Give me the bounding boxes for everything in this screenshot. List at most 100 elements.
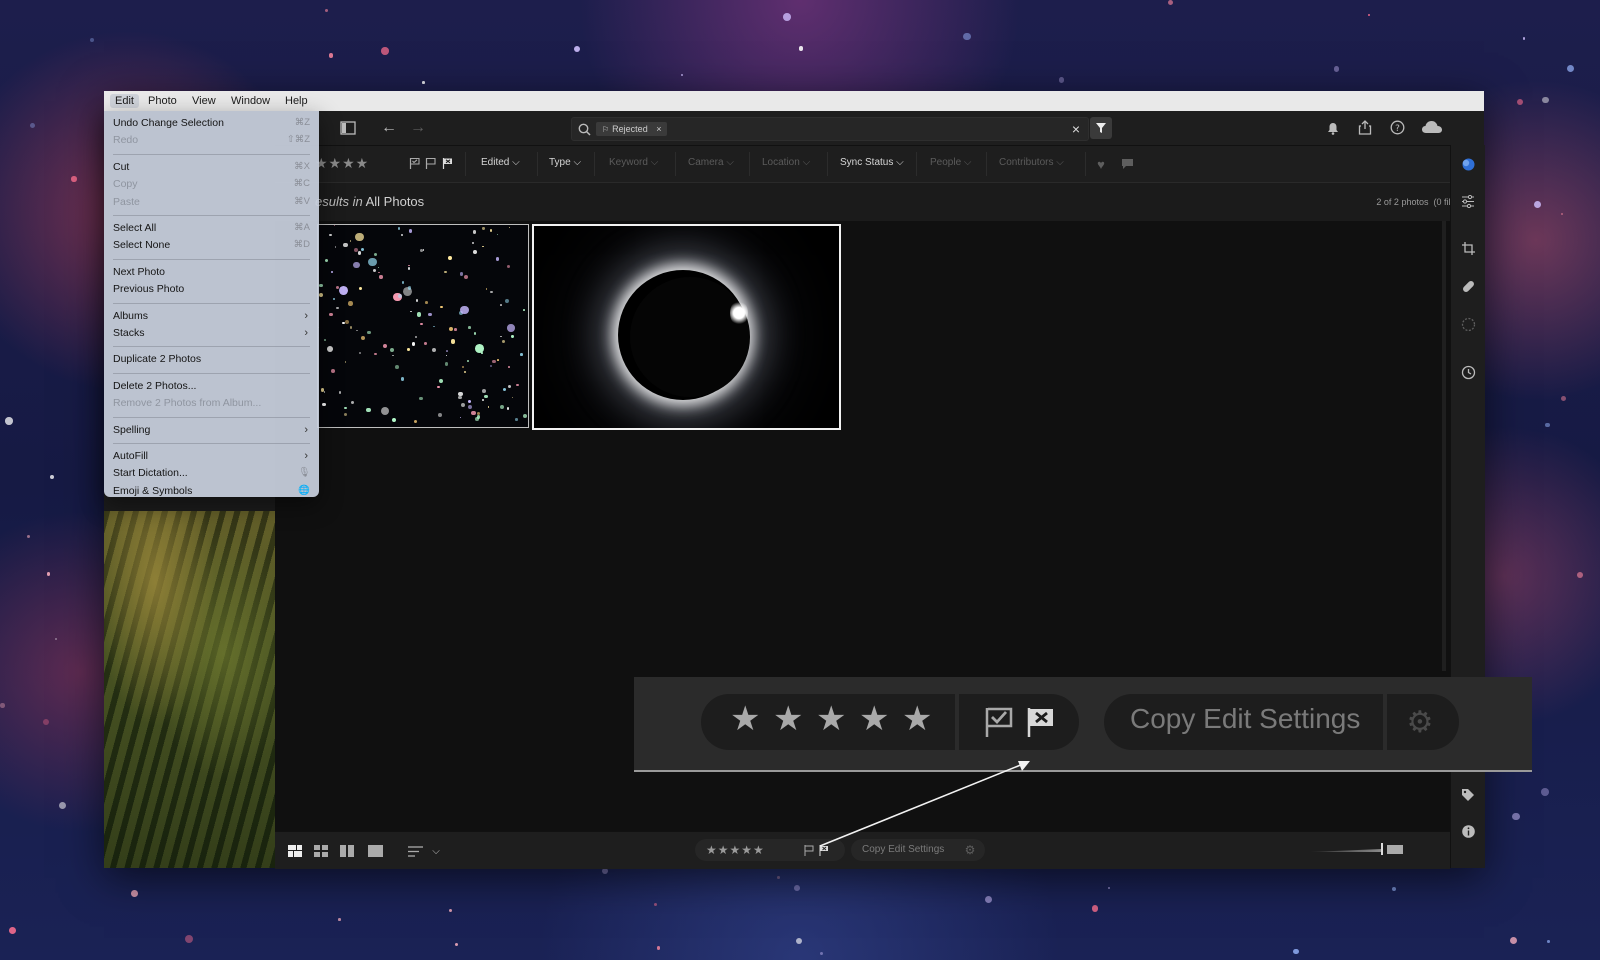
divider bbox=[749, 152, 750, 176]
history-icon[interactable] bbox=[1459, 363, 1477, 381]
thumbnail-size-slider-handle[interactable] bbox=[1381, 843, 1383, 855]
filter-location-dropdown[interactable]: Location ⌵ bbox=[762, 157, 810, 168]
bokeh-dot bbox=[401, 233, 404, 236]
detail-view-icon[interactable] bbox=[366, 843, 384, 859]
back-arrow-icon[interactable]: ← bbox=[379, 118, 399, 138]
search-chip-rejected[interactable]: ⚐ Rejected × bbox=[596, 122, 668, 136]
cloud-icon[interactable] bbox=[1420, 118, 1444, 136]
zoom-star-1[interactable]: ★ bbox=[730, 699, 760, 739]
zoom-copy-edit-settings-button[interactable]: Copy Edit Settings bbox=[1130, 703, 1360, 735]
search-chip-close-icon[interactable]: × bbox=[656, 124, 661, 134]
filter-icon[interactable] bbox=[1090, 117, 1112, 139]
menu-item-cut[interactable]: Cut ⌘X bbox=[113, 159, 310, 175]
menu-item-albums[interactable]: Albums › bbox=[113, 308, 310, 324]
flag-rejected-filter-icon[interactable] bbox=[440, 156, 454, 170]
zoom-star-3[interactable]: ★ bbox=[816, 699, 846, 739]
menu-item-undo-change-selection[interactable]: Undo Change Selection ⌘Z bbox=[113, 115, 310, 131]
large-thumbnail-icon[interactable] bbox=[1387, 845, 1403, 854]
background-bokeh-dot bbox=[795, 938, 802, 945]
menu-item-autofill[interactable]: AutoFill › bbox=[113, 448, 310, 464]
menu-view[interactable]: View bbox=[187, 94, 221, 108]
flag-unflagged-filter-icon[interactable] bbox=[423, 156, 437, 170]
menu-edit[interactable]: Edit bbox=[110, 94, 139, 108]
menu-item-previous-photo[interactable]: Previous Photo bbox=[113, 281, 310, 297]
panel-toggle-icon[interactable] bbox=[339, 119, 357, 137]
background-bokeh-dot bbox=[1516, 98, 1523, 106]
divider bbox=[986, 152, 987, 176]
bell-icon[interactable] bbox=[1325, 120, 1341, 136]
filter-edited-dropdown[interactable]: Edited ⌵ bbox=[481, 157, 520, 168]
healing-bandage-icon[interactable] bbox=[1459, 277, 1477, 295]
filter-keyword-dropdown[interactable]: Keyword ⌵ bbox=[609, 157, 658, 168]
tag-icon[interactable] bbox=[1459, 786, 1477, 804]
grid-view-square-icon[interactable] bbox=[287, 843, 303, 859]
comment-icon[interactable] bbox=[1119, 156, 1135, 172]
menu-item-delete-2-photos[interactable]: Delete 2 Photos... bbox=[113, 378, 310, 394]
flag-rejected-icon: ⚐ bbox=[602, 125, 610, 134]
menu-window[interactable]: Window bbox=[226, 94, 275, 108]
menu-item-start-dictation[interactable]: Start Dictation... 🎙 bbox=[113, 465, 310, 481]
share-icon[interactable] bbox=[1357, 119, 1373, 135]
background-bokeh-dot bbox=[1091, 905, 1098, 912]
filter-people-dropdown[interactable]: People ⌵ bbox=[930, 157, 972, 168]
zoom-star-2[interactable]: ★ bbox=[773, 699, 803, 739]
heart-icon[interactable]: ♥ bbox=[1093, 156, 1109, 172]
flag-picked-filter-icon[interactable] bbox=[407, 156, 421, 170]
menu-item-next-photo[interactable]: Next Photo bbox=[113, 264, 310, 280]
photo-thumbnail-bokeh[interactable] bbox=[317, 224, 529, 428]
menu-item-select-all[interactable]: Select All ⌘A bbox=[113, 220, 310, 236]
menu-item-label: Previous Photo bbox=[113, 283, 185, 296]
zoom-star-4[interactable]: ★ bbox=[859, 699, 889, 739]
gear-icon[interactable]: ⚙ bbox=[962, 842, 978, 858]
thumbnail-size-slider[interactable] bbox=[1310, 849, 1382, 852]
zoom-flag-reject-icon[interactable] bbox=[1025, 705, 1057, 739]
menu-item-shortcut: ⌘X bbox=[294, 160, 310, 172]
menu-item-select-none[interactable]: Select None ⌘D bbox=[113, 237, 310, 253]
filter-sync-status-dropdown[interactable]: Sync Status ⌵ bbox=[840, 157, 904, 168]
masking-icon[interactable] bbox=[1459, 315, 1477, 333]
rating-filter-stars[interactable]: ★★★★ bbox=[315, 155, 369, 172]
copy-edit-settings-button[interactable]: Copy Edit Settings bbox=[862, 844, 944, 855]
background-bokeh-dot bbox=[1560, 212, 1564, 215]
results-title: esults in All Photos bbox=[315, 194, 424, 209]
menu-item-emoji-symbols[interactable]: Emoji & Symbols 🌐 bbox=[113, 483, 310, 499]
search-clear-icon[interactable]: × bbox=[1068, 120, 1084, 138]
menu-item-label: Select None bbox=[113, 239, 171, 252]
search-field[interactable]: ⚐ Rejected × × bbox=[571, 117, 1089, 141]
help-icon[interactable]: ? bbox=[1389, 119, 1405, 135]
adjustments-sliders-icon[interactable] bbox=[1459, 192, 1477, 210]
bokeh-dot bbox=[392, 354, 394, 356]
bokeh-dot bbox=[348, 301, 353, 306]
zoom-gear-icon[interactable]: ⚙ bbox=[1402, 704, 1438, 740]
divider bbox=[955, 694, 959, 750]
flag-pick-icon[interactable] bbox=[803, 843, 815, 857]
menu-item-spelling[interactable]: Spelling › bbox=[113, 422, 310, 438]
menu-item-stacks[interactable]: Stacks › bbox=[113, 325, 310, 341]
bottom-rating-stars[interactable]: ★★★★★ bbox=[706, 843, 765, 857]
filter-contributors-dropdown[interactable]: Contributors ⌵ bbox=[999, 157, 1064, 168]
grid-view-icon[interactable] bbox=[313, 843, 329, 859]
menu-item-copy: Copy ⌘C bbox=[113, 176, 310, 192]
grid-scrollbar[interactable] bbox=[1442, 221, 1446, 671]
menu-item-duplicate-2-photos[interactable]: Duplicate 2 Photos bbox=[113, 351, 310, 367]
filter-type-dropdown[interactable]: Type ⌵ bbox=[549, 157, 581, 168]
sort-icon[interactable] bbox=[406, 843, 424, 859]
menu-photo[interactable]: Photo bbox=[143, 94, 182, 108]
zoom-star-5[interactable]: ★ bbox=[902, 699, 932, 739]
filter-camera-dropdown[interactable]: Camera ⌵ bbox=[688, 157, 734, 168]
info-icon[interactable] bbox=[1459, 822, 1477, 840]
album-thumbnail-forest[interactable] bbox=[104, 511, 275, 868]
photo-thumbnail-eclipse[interactable] bbox=[532, 224, 841, 430]
chevron-down-icon[interactable]: ⌵ bbox=[430, 843, 442, 859]
profile-color-icon[interactable] bbox=[1459, 155, 1477, 173]
flag-reject-icon[interactable] bbox=[818, 843, 830, 857]
menu-help[interactable]: Help bbox=[280, 94, 313, 108]
crop-icon[interactable] bbox=[1459, 239, 1477, 257]
background-bokeh-dot bbox=[963, 32, 971, 41]
compare-view-icon[interactable] bbox=[339, 843, 355, 859]
chevron-down-icon: ⌵ bbox=[726, 157, 734, 168]
bokeh-dot bbox=[459, 272, 464, 276]
background-bokeh-dot bbox=[1168, 0, 1174, 6]
zoom-flag-pick-icon[interactable] bbox=[983, 705, 1015, 739]
forward-arrow-icon[interactable]: → bbox=[408, 118, 428, 138]
